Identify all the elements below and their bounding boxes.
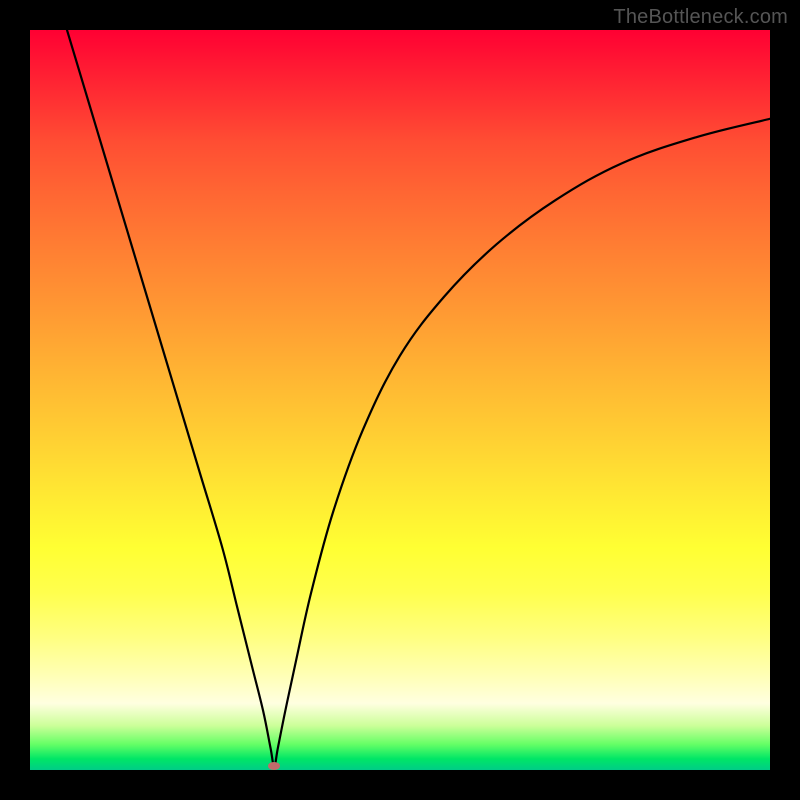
bottleneck-curve (30, 30, 770, 770)
plot-area (30, 30, 770, 770)
watermark-text: TheBottleneck.com (613, 6, 788, 29)
chart-container: TheBottleneck.com (0, 0, 800, 800)
optimal-point-marker (268, 762, 280, 770)
